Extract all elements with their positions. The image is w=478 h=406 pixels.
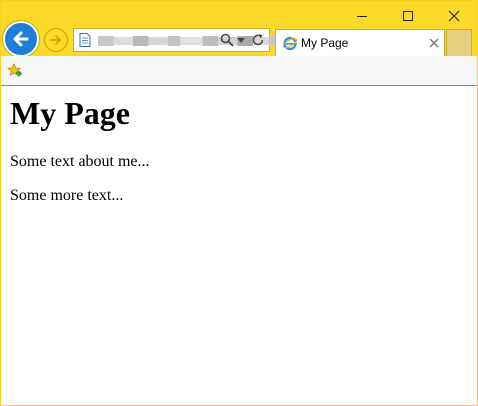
minimize-button[interactable] (339, 1, 385, 31)
new-tab-button[interactable] (446, 29, 472, 56)
maximize-icon (403, 11, 413, 21)
close-window-icon (448, 10, 460, 22)
forward-button[interactable] (44, 28, 68, 52)
favorites-bar (1, 56, 477, 86)
minimize-icon (357, 16, 367, 17)
paragraph-about: Some text about me... (10, 153, 150, 170)
ie-logo-icon (282, 36, 298, 51)
page-heading: My Page (10, 95, 130, 131)
maximize-button[interactable] (385, 1, 431, 31)
browser-chrome: My Page (1, 1, 477, 57)
tab-my-page[interactable]: My Page (275, 29, 445, 56)
forward-arrow-icon (50, 35, 61, 45)
paragraph-more: Some more text... (10, 187, 124, 204)
refresh-icon[interactable] (251, 33, 265, 47)
close-icon[interactable] (429, 38, 439, 48)
chevron-down-icon[interactable] (237, 38, 245, 44)
back-button[interactable] (3, 21, 39, 57)
page-content: My Page Some text about me... Some more … (1, 86, 477, 405)
close-window-button[interactable] (431, 1, 477, 31)
add-favorite-icon[interactable] (7, 63, 23, 79)
search-icon[interactable] (220, 33, 234, 47)
page-icon (79, 33, 91, 47)
tab-title: My Page (301, 36, 349, 50)
address-bar[interactable] (73, 28, 288, 52)
back-arrow-icon (13, 31, 29, 47)
url-input[interactable] (96, 31, 216, 49)
browser-window: My Page My Page Some text about me... So… (0, 0, 478, 406)
